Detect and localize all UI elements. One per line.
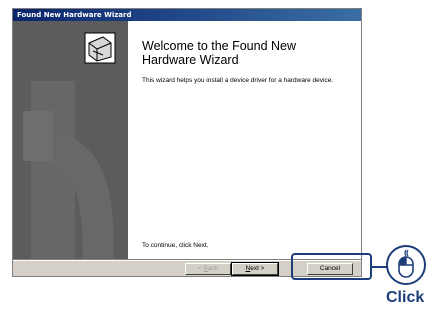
wizard-content: Welcome to the Found New Hardware Wizard… <box>128 21 361 259</box>
back-button-rest: ack <box>207 265 219 272</box>
wizard-heading: Welcome to the Found New Hardware Wizard <box>142 39 297 67</box>
next-button[interactable]: Next > <box>231 262 279 276</box>
wizard-side-graphic <box>13 21 128 259</box>
window-title: Found New Hardware Wizard <box>17 11 132 19</box>
back-button[interactable]: < Back <box>185 263 231 275</box>
wizard-window: Found New Hardware Wizard Welcome to the… <box>12 8 362 277</box>
cancel-highlight-frame <box>291 253 372 280</box>
hardware-illustration <box>13 21 128 259</box>
continue-instruction: To continue, click Next. <box>142 242 209 249</box>
wizard-description: This wizard helps you install a device d… <box>142 77 334 84</box>
mouse-icon <box>386 245 426 285</box>
click-callout-label: Click <box>386 289 425 306</box>
title-bar[interactable]: Found New Hardware Wizard <box>13 9 361 21</box>
next-button-rest: ext > <box>250 265 265 272</box>
